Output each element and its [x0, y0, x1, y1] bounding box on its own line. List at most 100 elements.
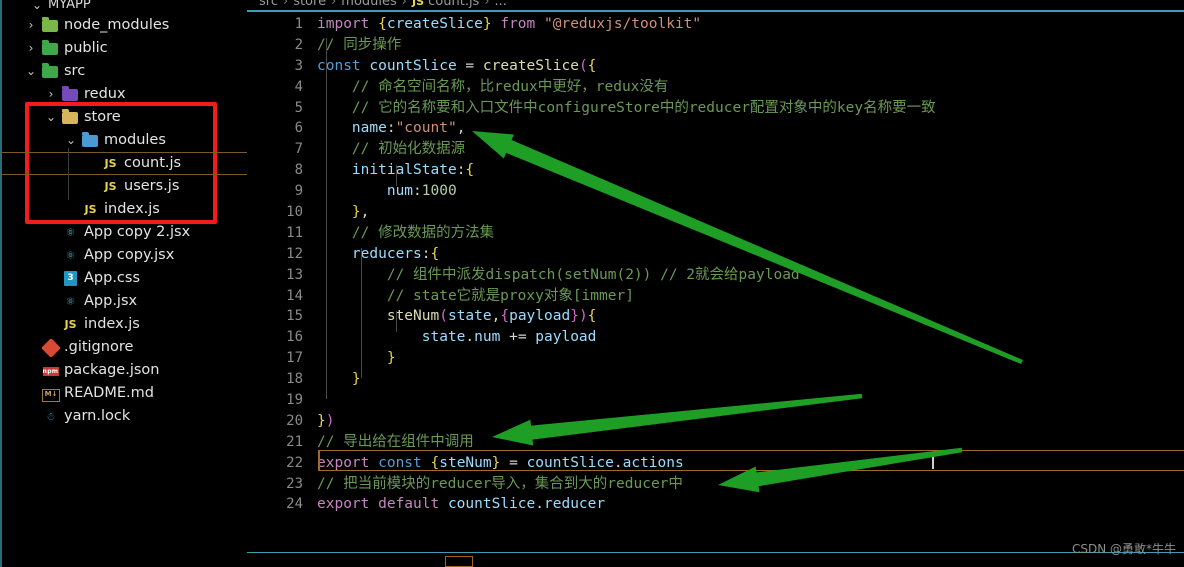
tree-item-readme-md[interactable]: M↓ README.md [2, 382, 247, 405]
code-line[interactable]: 6 name:"count", [247, 118, 1184, 139]
breadcrumb[interactable]: src › store › modules › JS count.js ›... [247, 0, 507, 10]
code-line[interactable]: 2 // 同步操作 [247, 35, 1184, 56]
breadcrumb-ellipsis[interactable]: ... [495, 0, 507, 9]
tree-item-public[interactable]: › public [2, 37, 247, 60]
npm-file-icon: npm [42, 367, 59, 376]
code-line[interactable]: 20}) [247, 411, 1184, 432]
code-token: steNum [386, 308, 440, 325]
tree-item-users-js[interactable]: JS users.js [2, 175, 247, 198]
tree-item-index-js[interactable]: JS index.js [2, 313, 247, 336]
tree-item-node-modules[interactable]: › node_modules [2, 14, 247, 37]
line-number: 18 [286, 371, 303, 388]
tree-item-src[interactable]: ⌄ src [2, 60, 247, 83]
code-token: { [430, 454, 440, 471]
code-token: import [317, 16, 379, 32]
chevron-right-icon[interactable]: › [24, 37, 38, 60]
code-line[interactable]: 3 const countSlice = createSlice({ [247, 56, 1184, 77]
tree-item-app-jsx[interactable]: ⚛ App.jsx [2, 290, 247, 313]
tree-item-label: modules [104, 132, 166, 148]
code-token: ) [578, 308, 588, 325]
tree-item-package-json[interactable]: npm package.json [2, 359, 247, 382]
line-text: // 同步操作 [317, 35, 401, 56]
file-explorer-sidebar[interactable]: ⌄ MYAPP › node_modules › public ⌄ src › redux ⌄ sto… [0, 0, 247, 567]
horizontal-scrollbar[interactable] [445, 556, 473, 567]
code-line[interactable]: 14 // state它就是proxy对象[immer] [247, 286, 1184, 307]
code-line[interactable]: 1 import {createSlice} from "@reduxjs/too… [247, 14, 1184, 35]
code-line[interactable]: 7 // 初始化数据源 [247, 139, 1184, 160]
line-number: 6 [294, 120, 303, 137]
breadcrumb-part[interactable]: modules [341, 0, 397, 9]
code-line[interactable]: 13 // 组件中派发dispatch(setNum(2)) // 2就会给pa… [247, 265, 1184, 286]
code-line[interactable]: 18 } [247, 369, 1184, 390]
breadcrumb-file[interactable]: count.js [428, 0, 479, 9]
chevron-down-icon[interactable]: ⌄ [64, 129, 78, 152]
code-token: default [378, 496, 440, 513]
code-token: payload [509, 308, 571, 325]
tree-item-yarn-lock[interactable]: ☃ yarn.lock [2, 405, 247, 428]
line-number: 12 [286, 245, 303, 262]
code-token: actions [622, 454, 684, 471]
code-token: // 把当前模块的reducer导入，集合到大的reducer中 [317, 475, 683, 492]
tree-root-myapp[interactable]: ⌄ MYAPP [2, 0, 247, 14]
code-line[interactable]: 11 // 修改数据的方法集 [247, 223, 1184, 244]
chevron-down-icon[interactable]: ⌄ [30, 0, 44, 11]
folder-modules-icon [82, 132, 99, 149]
tree-item-app-css[interactable]: 3 App.css [2, 267, 247, 290]
code-token: { [465, 162, 475, 179]
tree-item-app-copy-2-jsx[interactable]: ⚛ App copy 2.jsx [2, 221, 247, 244]
file-tree[interactable]: ⌄ MYAPP › node_modules › public ⌄ src › redux ⌄ sto… [2, 0, 247, 428]
code-token: initialState [351, 162, 457, 179]
tree-item-count-js[interactable]: JS count.js [2, 152, 247, 175]
code-line[interactable]: 21 // 导出给在组件中调用 [247, 432, 1184, 453]
code-line[interactable]: 17 } [247, 348, 1184, 369]
code-token: "@reduxjs/toolkit" [544, 16, 702, 32]
yarn-file-icon: ☃ [45, 410, 56, 423]
line-text: }) [317, 411, 334, 432]
tree-item-store[interactable]: ⌄ store [2, 106, 247, 129]
chevron-right-icon: › [331, 0, 337, 9]
code-line[interactable]: 10 }, [247, 202, 1184, 223]
tree-item-index-js[interactable]: JS index.js [2, 198, 247, 221]
tree-item--gitignore[interactable]: .gitignore [2, 336, 247, 359]
code-line[interactable]: 15 steNum(state,{payload}){ [247, 306, 1184, 327]
code-content[interactable]: 1 import {createSlice} from "@reduxjs/too… [247, 14, 1184, 515]
tree-item-redux[interactable]: › redux [2, 83, 247, 106]
line-text: name:"count", [317, 118, 466, 139]
code-editor[interactable]: src › store › modules › JS count.js ›... 1 impor… [247, 0, 1184, 567]
chevron-down-icon[interactable]: ⌄ [24, 60, 38, 83]
code-token: : [386, 120, 396, 137]
code-line[interactable]: 23 // 把当前模块的reducer导入，集合到大的reducer中 [247, 474, 1184, 495]
line-number: 13 [286, 266, 303, 283]
tree-item-modules[interactable]: ⌄ modules [2, 129, 247, 152]
code-token: } [570, 308, 579, 325]
code-line[interactable]: 16 state.num += payload [247, 327, 1184, 348]
line-number: 8 [294, 162, 303, 179]
code-token: } [386, 350, 396, 367]
code-line[interactable]: 5 // 它的名称要和入口文件中configureStore中的reducer配… [247, 98, 1184, 119]
code-line[interactable]: 19 [247, 390, 1184, 411]
code-token: state [447, 308, 492, 325]
line-text: // state它就是proxy对象[immer] [317, 286, 634, 307]
line-text: }, [317, 202, 369, 223]
chevron-down-icon[interactable]: ⌄ [44, 106, 58, 129]
code-line[interactable]: 12 reducers:{ [247, 244, 1184, 265]
breadcrumb-part[interactable]: store [293, 0, 326, 9]
folder-src-icon [42, 63, 59, 80]
line-text: export const {steNum} = countSlice.actio… [317, 453, 684, 474]
code-line[interactable]: 9 num:1000 [247, 181, 1184, 202]
chevron-right-icon[interactable]: › [24, 14, 38, 37]
code-token: ( [578, 57, 588, 74]
code-token: = [456, 57, 483, 74]
code-line[interactable]: 8 initialState:{ [247, 160, 1184, 181]
breadcrumb-part[interactable]: src [259, 0, 278, 9]
chevron-right-icon[interactable]: › [44, 83, 58, 106]
code-line[interactable]: 22 export const {steNum} = countSlice.act… [247, 453, 1184, 474]
git-file-icon [40, 338, 61, 358]
tree-item-app-copy-jsx[interactable]: ⚛ App copy.jsx [2, 244, 247, 267]
code-line[interactable]: 24 export default countSlice.reducer [247, 494, 1184, 515]
code-line[interactable]: 4 // 命名空间名称，比redux中更好，redux没有 [247, 77, 1184, 98]
code-token: export [317, 496, 379, 513]
